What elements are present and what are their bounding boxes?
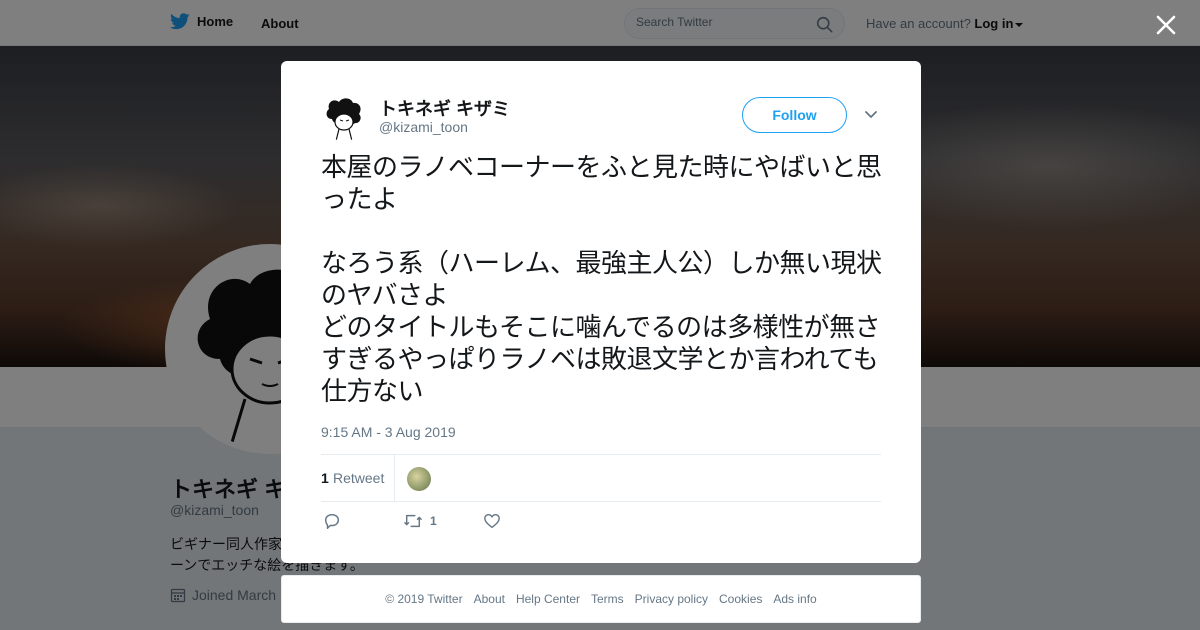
footer-link-help-center[interactable]: Help Center bbox=[516, 592, 580, 606]
footer-link-cookies[interactable]: Cookies bbox=[719, 592, 762, 606]
retweet-button[interactable]: 1 bbox=[402, 512, 437, 530]
tweet-text: 本屋のラノベコーナーをふと見た時にやばいと思ったよ なろう系（ハーレム、最強主人… bbox=[321, 153, 882, 407]
footer-link-privacy-policy[interactable]: Privacy policy bbox=[635, 592, 708, 606]
retweet-stat-count[interactable]: 1 bbox=[321, 470, 329, 486]
tweet-author-name[interactable]: トキネギ キザミ bbox=[379, 95, 510, 121]
footer: © 2019 Twitter About Help Center Terms P… bbox=[281, 575, 921, 623]
tweet-author-handle[interactable]: @kizami_toon bbox=[379, 119, 468, 135]
retweeter-avatar[interactable] bbox=[407, 467, 431, 491]
retweet-icon bbox=[404, 514, 422, 528]
follow-button[interactable]: Follow bbox=[742, 97, 847, 133]
tweet-permalink-modal: トキネギ キザミ @kizami_toon Follow 本屋のラノベコーナーを… bbox=[281, 61, 921, 563]
close-icon[interactable] bbox=[1152, 11, 1180, 39]
heart-icon bbox=[484, 513, 500, 529]
tweet-timestamp[interactable]: 9:15 AM - 3 Aug 2019 bbox=[321, 424, 456, 440]
footer-link-about[interactable]: About bbox=[474, 592, 505, 606]
retweet-action-count: 1 bbox=[430, 514, 437, 528]
reply-icon bbox=[324, 513, 340, 529]
chevron-down-icon[interactable] bbox=[864, 110, 878, 120]
author-avatar-illustration bbox=[326, 98, 361, 141]
footer-link-ads-info[interactable]: Ads info bbox=[773, 592, 816, 606]
retweet-stat-label[interactable]: Retweet bbox=[333, 470, 384, 486]
stats-divider bbox=[394, 455, 395, 501]
tweet-stats: 1 Retweet bbox=[321, 454, 881, 502]
like-button[interactable] bbox=[483, 512, 501, 530]
footer-link-terms[interactable]: Terms bbox=[591, 592, 624, 606]
reply-button[interactable] bbox=[323, 512, 341, 530]
footer-copyright: © 2019 Twitter bbox=[385, 592, 463, 606]
tweet-author-avatar[interactable] bbox=[321, 95, 367, 141]
